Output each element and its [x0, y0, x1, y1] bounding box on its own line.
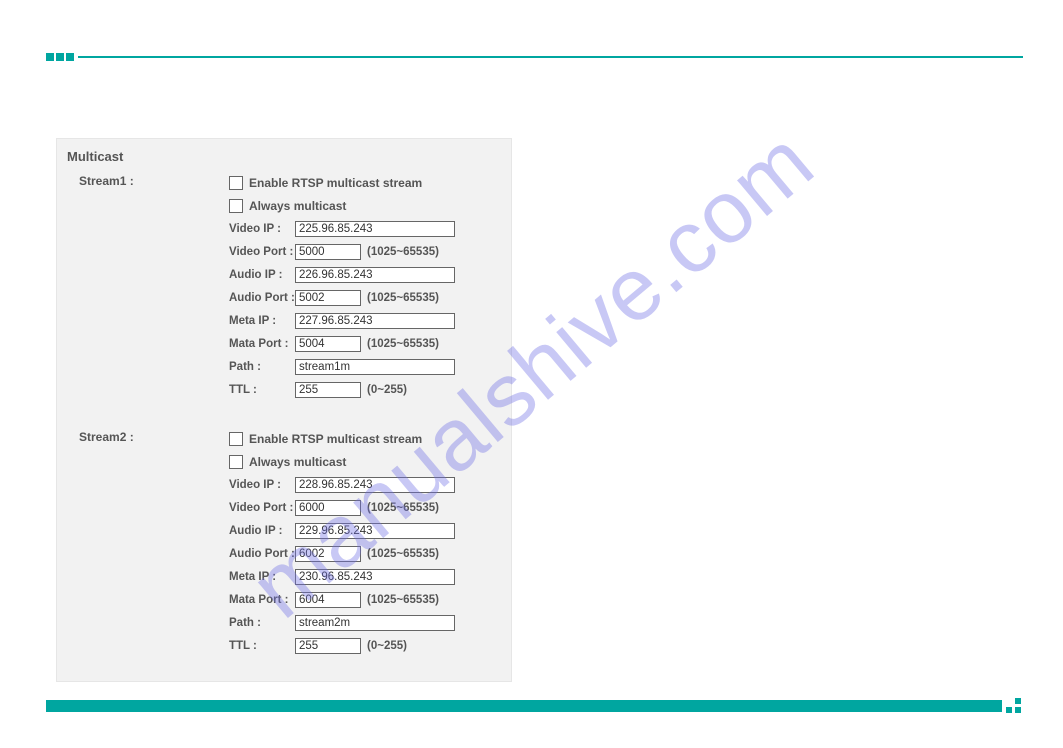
stream1-videoport-hint: (1025~65535) — [367, 246, 439, 258]
stream1-audioport-hint: (1025~65535) — [367, 292, 439, 304]
stream2-audioip-input[interactable]: 229.96.85.243 — [295, 523, 455, 539]
stream1-ttl-input[interactable]: 255 — [295, 382, 361, 398]
stream2-fields: Enable RTSP multicast stream Always mult… — [229, 430, 511, 660]
stream2-path-label: Path : — [229, 617, 295, 629]
stream1-videoport-label: Video Port : — [229, 246, 295, 258]
stream1-audioport-label: Audio Port : — [229, 292, 295, 304]
stream2-enable-label: Enable RTSP multicast stream — [249, 432, 422, 446]
stream1-videoip-label: Video IP : — [229, 223, 295, 235]
stream2-mataport-label: Mata Port : — [229, 594, 295, 606]
stream1-block: Stream1 : Enable RTSP multicast stream A… — [57, 164, 511, 404]
stream2-audioport-hint: (1025~65535) — [367, 548, 439, 560]
stream1-audioip-label: Audio IP : — [229, 269, 295, 281]
stream2-ttl-hint: (0~255) — [367, 640, 407, 652]
stream1-videoip-input[interactable]: 225.96.85.243 — [295, 221, 455, 237]
stream1-videoport-input[interactable]: 5000 — [295, 244, 361, 260]
stream1-always-checkbox[interactable] — [229, 199, 243, 213]
bottom-divider — [46, 699, 1023, 713]
stream1-mataport-label: Mata Port : — [229, 338, 295, 350]
stream1-path-input[interactable]: stream1m — [295, 359, 455, 375]
stream2-enable-checkbox[interactable] — [229, 432, 243, 446]
top-divider-blocks — [46, 53, 74, 61]
stream2-label: Stream2 : — [57, 430, 229, 660]
stream2-block: Stream2 : Enable RTSP multicast stream A… — [57, 404, 511, 660]
stream1-mataport-input[interactable]: 5004 — [295, 336, 361, 352]
stream1-audioport-input[interactable]: 5002 — [295, 290, 361, 306]
bottom-divider-blocks — [1006, 698, 1023, 715]
stream2-metaip-label: Meta IP : — [229, 571, 295, 583]
stream1-ttl-hint: (0~255) — [367, 384, 407, 396]
stream1-enable-label: Enable RTSP multicast stream — [249, 176, 422, 190]
stream1-fields: Enable RTSP multicast stream Always mult… — [229, 174, 511, 404]
stream2-always-label: Always multicast — [249, 455, 346, 469]
stream2-audioport-input[interactable]: 6002 — [295, 546, 361, 562]
stream2-always-checkbox[interactable] — [229, 455, 243, 469]
stream1-metaip-label: Meta IP : — [229, 315, 295, 327]
stream2-ttl-label: TTL : — [229, 640, 295, 652]
stream2-videoip-input[interactable]: 228.96.85.243 — [295, 477, 455, 493]
stream2-audioip-label: Audio IP : — [229, 525, 295, 537]
stream1-metaip-input[interactable]: 227.96.85.243 — [295, 313, 455, 329]
stream1-always-label: Always multicast — [249, 199, 346, 213]
stream2-videoport-input[interactable]: 6000 — [295, 500, 361, 516]
stream2-audioport-label: Audio Port : — [229, 548, 295, 560]
stream1-label: Stream1 : — [57, 174, 229, 404]
stream2-path-input[interactable]: stream2m — [295, 615, 455, 631]
stream2-metaip-input[interactable]: 230.96.85.243 — [295, 569, 455, 585]
stream2-mataport-hint: (1025~65535) — [367, 594, 439, 606]
panel-title: Multicast — [57, 139, 511, 164]
stream1-path-label: Path : — [229, 361, 295, 373]
stream1-audioip-input[interactable]: 226.96.85.243 — [295, 267, 455, 283]
stream2-videoip-label: Video IP : — [229, 479, 295, 491]
stream1-mataport-hint: (1025~65535) — [367, 338, 439, 350]
stream2-ttl-input[interactable]: 255 — [295, 638, 361, 654]
stream1-enable-checkbox[interactable] — [229, 176, 243, 190]
top-divider — [46, 54, 1023, 59]
stream2-videoport-hint: (1025~65535) — [367, 502, 439, 514]
stream1-ttl-label: TTL : — [229, 384, 295, 396]
stream2-mataport-input[interactable]: 6004 — [295, 592, 361, 608]
multicast-panel: Multicast Stream1 : Enable RTSP multicas… — [56, 138, 512, 682]
stream2-videoport-label: Video Port : — [229, 502, 295, 514]
